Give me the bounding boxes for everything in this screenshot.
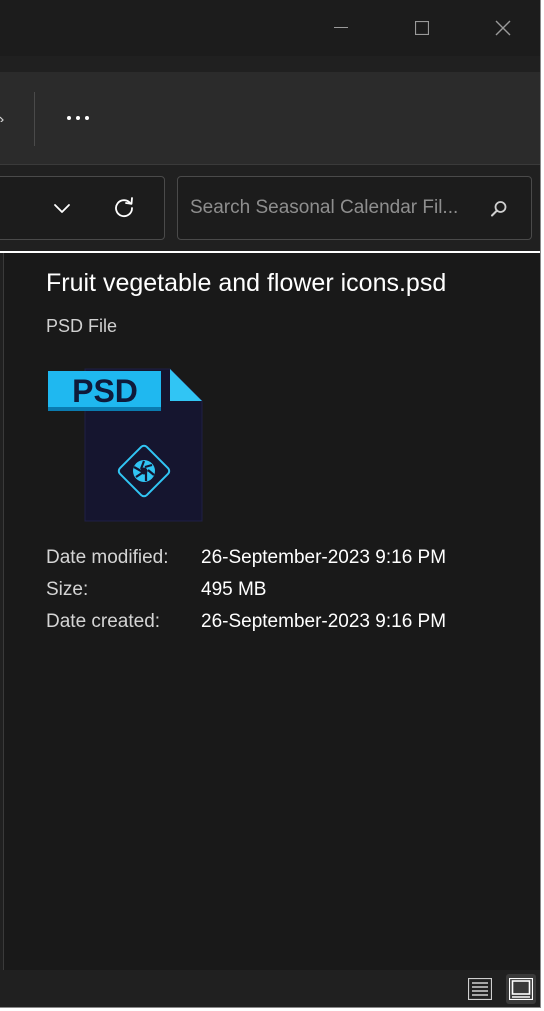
more-dot-icon xyxy=(67,116,71,120)
psd-file-icon: PSD xyxy=(48,368,203,522)
minimize-button[interactable] xyxy=(301,0,381,56)
address-bar[interactable] xyxy=(0,176,165,240)
detail-label: Date modified: xyxy=(46,547,169,568)
title-bar xyxy=(0,0,540,56)
minimize-icon xyxy=(334,27,348,28)
detail-value: 26-September-2023 9:16 PM xyxy=(201,611,447,632)
detail-label: Size: xyxy=(46,579,89,600)
large-icons-view-button[interactable] xyxy=(506,974,536,1004)
file-details: Date modified: 26-September-2023 9:16 PM… xyxy=(46,542,446,638)
detail-row-date-created: Date created: 26-September-2023 9:16 PM xyxy=(46,606,446,638)
chevron-down-icon[interactable] xyxy=(0,116,6,122)
psd-badge-label: PSD xyxy=(72,373,138,409)
search-placeholder: Search Seasonal Calendar Fil... xyxy=(190,197,459,218)
detail-value: 26-September-2023 9:16 PM xyxy=(201,547,447,568)
detail-label: Date created: xyxy=(46,611,161,632)
detail-row-date-modified: Date modified: 26-September-2023 9:16 PM xyxy=(46,542,446,574)
maximize-button[interactable] xyxy=(382,0,462,56)
status-bar xyxy=(0,970,540,1007)
chevron-down-icon[interactable] xyxy=(51,199,73,217)
large-icons-view-icon xyxy=(509,978,533,1000)
details-view-button[interactable] xyxy=(465,974,495,1004)
close-button[interactable] xyxy=(463,0,540,56)
close-icon xyxy=(495,20,511,36)
command-bar xyxy=(0,72,540,165)
more-dot-icon xyxy=(85,116,89,120)
search-icon[interactable] xyxy=(489,199,509,219)
file-name: Fruit vegetable and flower icons.psd xyxy=(46,269,447,297)
refresh-icon[interactable] xyxy=(113,195,135,219)
preview-pane: Fruit vegetable and flower icons.psd PSD… xyxy=(3,253,540,970)
details-view-icon xyxy=(468,978,492,1000)
detail-value: 495 MB xyxy=(201,579,267,600)
file-explorer-window: Search Seasonal Calendar Fil... Fruit ve… xyxy=(0,0,541,1008)
file-type: PSD File xyxy=(46,316,118,336)
more-dot-icon xyxy=(76,116,80,120)
toolbar-divider xyxy=(34,92,35,146)
maximize-icon xyxy=(415,21,429,35)
detail-row-size: Size: 495 MB xyxy=(46,574,446,606)
see-more-button[interactable] xyxy=(52,96,104,140)
search-input[interactable]: Search Seasonal Calendar Fil... xyxy=(177,176,532,240)
